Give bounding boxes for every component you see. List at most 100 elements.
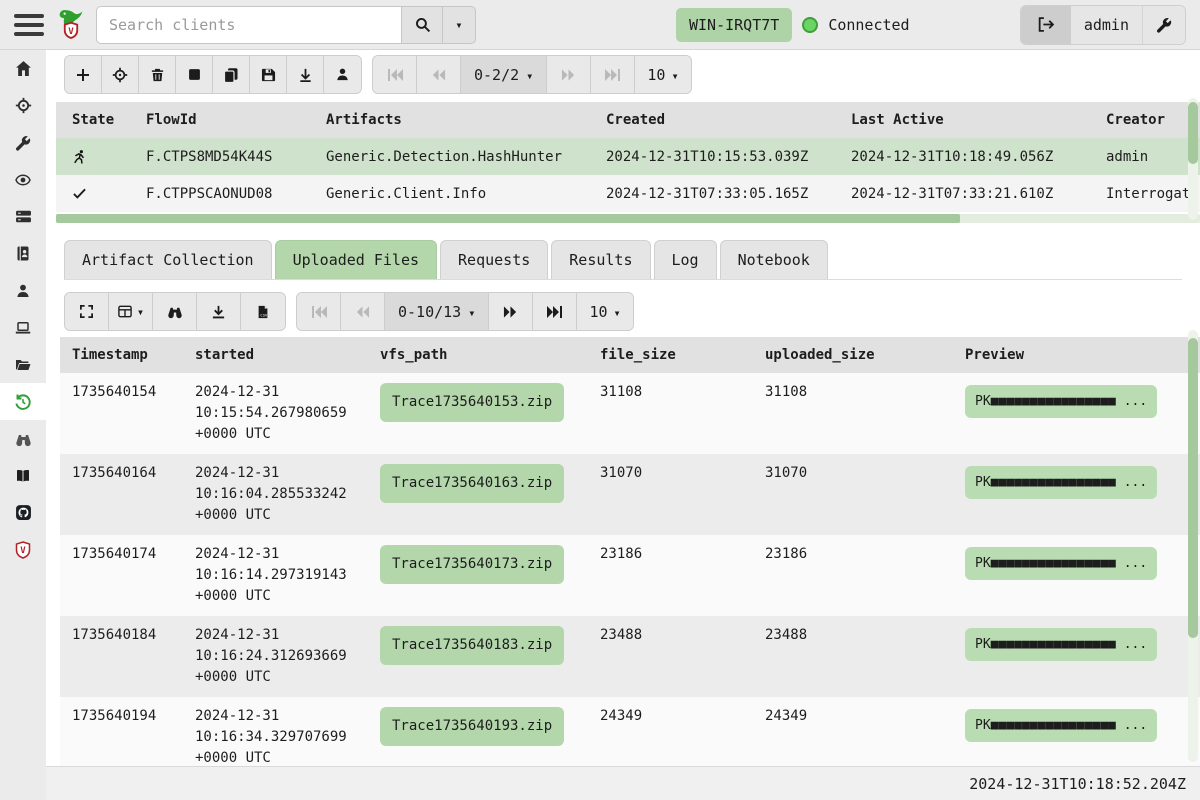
wrench-icon [15,135,31,151]
files-table-header: Timestamp started vfs_path file_size upl… [60,337,1200,373]
flow-artifacts-cell: Generic.Client.Info [316,186,596,202]
copy-flow-button[interactable] [213,56,250,93]
wrench-icon [1156,17,1172,33]
cancel-flow-button[interactable] [176,56,213,93]
fullscreen-button[interactable] [65,293,109,330]
tab-results[interactable]: Results [551,240,650,279]
last-page-button[interactable] [591,56,635,93]
tab-uploaded-files[interactable]: Uploaded Files [275,240,437,279]
prev-page-button[interactable] [417,56,461,93]
column-header: Created [596,112,841,128]
tab-notebook[interactable]: Notebook [720,240,828,279]
delete-flow-button[interactable] [139,56,176,93]
files-table-row: 1735640154 2024-12-31 10:15:54.267980659… [60,373,1200,454]
files-vertical-scrollbar[interactable] [1188,330,1198,762]
address-book-icon [15,245,31,262]
caret-down-icon [526,66,533,84]
prev-page-button[interactable] [341,293,385,330]
next-page-button[interactable] [489,293,533,330]
sidebar-item-vfs[interactable] [0,346,46,383]
first-page-button[interactable] [297,293,341,330]
column-header: Creator [1096,112,1200,128]
download-files-button[interactable] [197,293,241,330]
preview-cell: PK■■■■■■■■■■■■■■■■ ... [953,616,1200,677]
sidebar-item-velociraptor[interactable]: V [0,531,46,568]
search-icon [414,16,431,33]
export-flow-button[interactable] [287,56,324,93]
flows-table-row[interactable]: F.CTPS8MD54K44S Generic.Detection.HashHu… [56,138,1200,175]
scrollbar-thumb[interactable] [1188,102,1198,164]
sidebar-item-hunts[interactable] [0,87,46,124]
book-open-icon [14,468,32,484]
last-page-button[interactable] [533,293,577,330]
preview-badge[interactable]: PK■■■■■■■■■■■■■■■■ ... [965,547,1157,580]
search-button[interactable] [401,6,443,44]
velociraptor-logo[interactable]: V [56,8,86,42]
preview-cell: PK■■■■■■■■■■■■■■■■ ... [953,697,1200,758]
filter-button[interactable] [153,293,197,330]
column-header: vfs_path [368,345,588,366]
vfs-path-button[interactable]: Trace1735640173.zip [380,545,564,584]
flows-table-row[interactable]: F.CTPPSCAONUD08 Generic.Client.Info 2024… [56,175,1200,212]
caret-down-icon [468,303,475,321]
files-action-buttons: CSV [64,292,286,331]
page-size-dropdown[interactable]: 10 [635,56,690,93]
page-range-dropdown[interactable]: 0-2/2 [461,56,547,93]
caret-down-icon [614,303,621,321]
velociraptor-app: V WIN-IRQT7T Connected [0,0,1200,800]
scrollbar-thumb[interactable] [1188,338,1198,638]
export-csv-button[interactable]: CSV [241,293,285,330]
download-tray-icon [211,304,226,320]
sidebar-item-host-info[interactable] [0,309,46,346]
sidebar-item-client-events[interactable] [0,420,46,457]
tab-log[interactable]: Log [654,240,717,279]
sidebar-item-home[interactable] [0,50,46,87]
sidebar-item-dashboard[interactable] [0,161,46,198]
hunt-from-flow-button[interactable] [102,56,139,93]
logout-button[interactable] [1021,6,1071,44]
first-page-button[interactable] [373,56,417,93]
flows-horizontal-scrollbar[interactable] [56,214,1200,223]
new-collection-button[interactable] [65,56,102,93]
sidebar-item-server-events[interactable] [0,198,46,235]
preview-cell: PK■■■■■■■■■■■■■■■■ ... [953,535,1200,596]
sidebar-item-docs[interactable] [0,457,46,494]
preview-badge[interactable]: PK■■■■■■■■■■■■■■■■ ... [965,466,1157,499]
client-id-badge[interactable]: WIN-IRQT7T [676,8,792,42]
sidebar-item-users[interactable] [0,272,46,309]
sidebar-item-artifacts[interactable] [0,124,46,161]
menu-icon[interactable] [14,14,44,36]
page-size-dropdown[interactable]: 10 [577,293,632,330]
next-page-button[interactable] [547,56,591,93]
tab-artifact-collection[interactable]: Artifact Collection [64,240,272,279]
tab-requests[interactable]: Requests [440,240,548,279]
sidebar-item-collected-artifacts[interactable] [0,383,46,420]
scrollbar-thumb[interactable] [56,214,960,223]
client-status-area: WIN-IRQT7T Connected [676,8,910,42]
sidebar-item-notebooks[interactable] [0,235,46,272]
vfs-path-button[interactable]: Trace1735640163.zip [380,464,564,503]
page-range-dropdown[interactable]: 0-10/13 [385,293,489,330]
download-icon [298,67,313,83]
columns-button[interactable] [109,293,153,330]
vfs-path-button[interactable]: Trace1735640183.zip [380,626,564,665]
search-input[interactable] [96,6,401,44]
preview-badge[interactable]: PK■■■■■■■■■■■■■■■■ ... [965,628,1157,661]
preview-badge[interactable]: PK■■■■■■■■■■■■■■■■ ... [965,385,1157,418]
username-button[interactable]: admin [1071,6,1142,44]
flow-detail-tabs: Artifact Collection Uploaded Files Reque… [64,240,1182,280]
flows-vertical-scrollbar[interactable] [1188,98,1198,220]
flow-state-cell [56,187,136,200]
svg-text:CSV: CSV [260,312,268,317]
flow-permissions-button[interactable] [324,56,361,93]
vfs-path-button[interactable]: Trace1735640153.zip [380,383,564,422]
sidebar-item-github[interactable] [0,494,46,531]
preview-badge[interactable]: PK■■■■■■■■■■■■■■■■ ... [965,709,1157,742]
settings-button[interactable] [1142,6,1185,44]
flow-id-cell: F.CTPS8MD54K44S [136,149,316,165]
flow-last-active-cell: 2024-12-31T07:33:21.610Z [841,186,1096,202]
save-collection-button[interactable] [250,56,287,93]
vfs-path-button[interactable]: Trace1735640193.zip [380,707,564,746]
search-options-button[interactable] [443,6,476,44]
column-header: FlowId [136,112,316,128]
